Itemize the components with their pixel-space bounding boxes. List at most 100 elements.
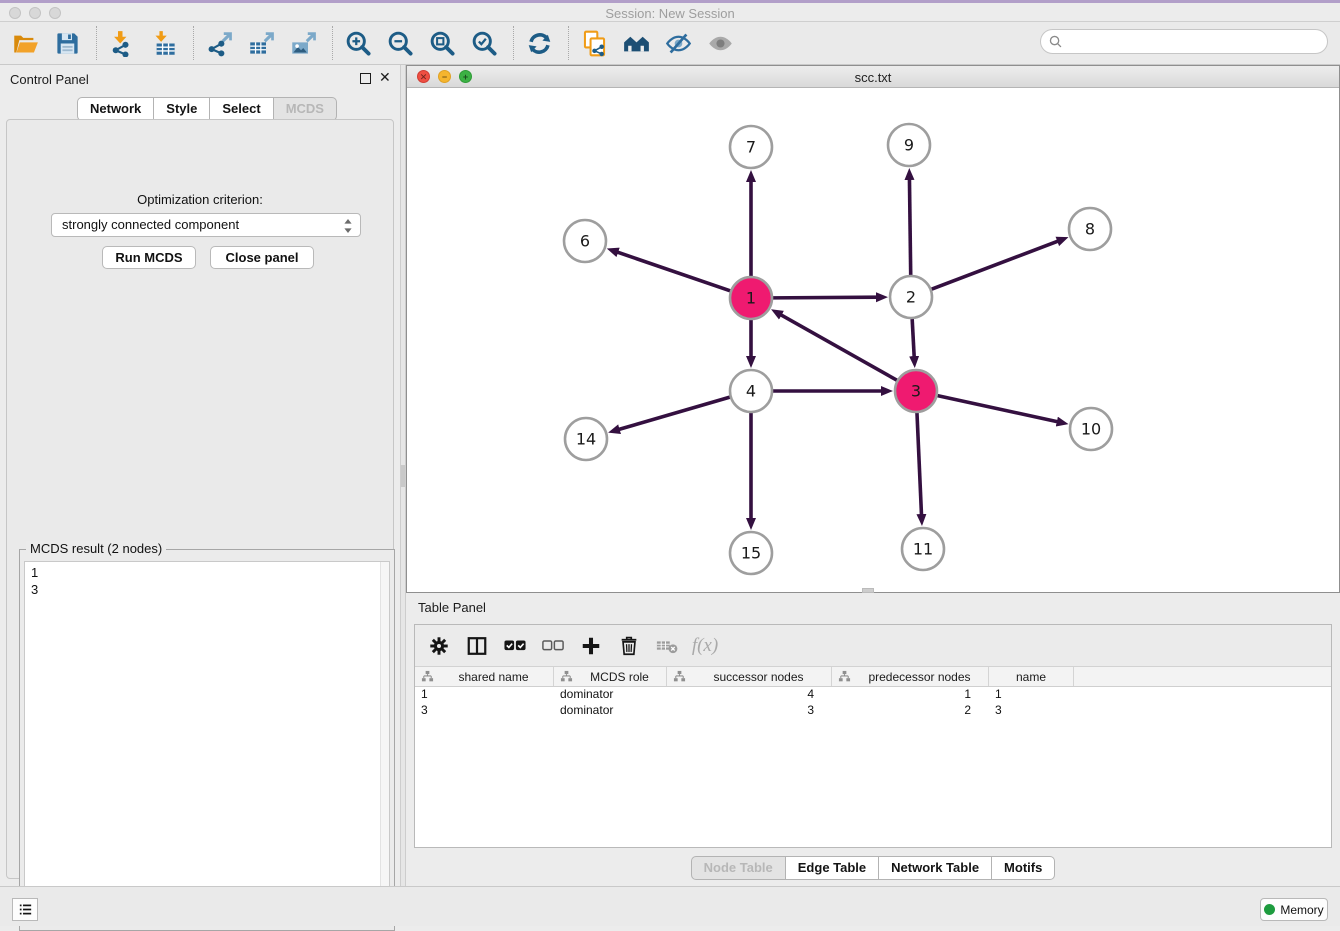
add-row-icon — [580, 635, 602, 657]
tab-network-table[interactable]: Network Table — [878, 856, 992, 880]
graph-edge-2-8[interactable] — [932, 241, 1060, 289]
delete-row-button[interactable] — [617, 634, 641, 658]
column-header-name[interactable]: name — [989, 667, 1074, 686]
tab-node-table[interactable]: Node Table — [691, 856, 786, 880]
first-neighbors-button[interactable] — [621, 28, 651, 58]
graph-edge-1-2[interactable] — [773, 297, 878, 298]
column-header-shared-name[interactable]: shared name — [415, 667, 554, 686]
memory-status-dot — [1264, 904, 1275, 915]
table-panel-tabs: Node TableEdge TableNetwork TableMotifs — [406, 856, 1340, 880]
graph-edge-3-11[interactable] — [917, 413, 922, 516]
close-panel-icon[interactable]: ✕ — [379, 72, 391, 83]
graph-node-14[interactable]: 14 — [565, 418, 607, 460]
graph-edge-3-1[interactable] — [780, 314, 897, 380]
graph-node-8[interactable]: 8 — [1069, 208, 1111, 250]
select-all-button[interactable] — [503, 634, 527, 658]
graph-node-4[interactable]: 4 — [730, 370, 772, 412]
network-window-titlebar[interactable]: ✕ − + scc.txt — [407, 66, 1339, 88]
task-history-button[interactable] — [12, 898, 38, 921]
network-view-window: ✕ − + scc.txt 7 9 6 8 1 2 4 3 14 10 15 11 — [406, 65, 1340, 593]
export-network-button[interactable] — [204, 28, 234, 58]
show-all-icon — [707, 30, 734, 57]
tab-network[interactable]: Network — [77, 97, 154, 121]
gear-button[interactable] — [427, 634, 451, 658]
open-file-icon — [12, 30, 39, 57]
zoom-fit-button[interactable] — [427, 28, 457, 58]
column-header-MCDS-role[interactable]: MCDS role — [554, 667, 667, 686]
float-panel-icon[interactable] — [360, 73, 371, 84]
graph-node-11[interactable]: 11 — [902, 528, 944, 570]
gear-icon — [428, 635, 450, 657]
tab-mcds[interactable]: MCDS — [273, 97, 337, 121]
refresh-button[interactable] — [524, 28, 554, 58]
graph-node-15[interactable]: 15 — [730, 532, 772, 574]
show-all-button[interactable] — [705, 28, 735, 58]
toolbar-separator — [96, 26, 97, 60]
hide-selected-icon — [665, 30, 692, 57]
import-table-button[interactable] — [149, 28, 179, 58]
toolbar-separator — [568, 26, 569, 60]
deselect-all-button[interactable] — [541, 634, 565, 658]
save-session-button[interactable] — [52, 28, 82, 58]
tab-style[interactable]: Style — [153, 97, 210, 121]
graph-node-1[interactable]: 1 — [730, 277, 772, 319]
search-input[interactable] — [1040, 29, 1328, 54]
export-image-button[interactable] — [288, 28, 318, 58]
graph-node-2[interactable]: 2 — [890, 276, 932, 318]
control-panel-header: Control Panel ✕ — [0, 65, 400, 93]
table-row[interactable]: 3dominator323 — [415, 703, 1331, 719]
graph-node-9[interactable]: 9 — [888, 124, 930, 166]
control-panel: Control Panel ✕ NetworkStyleSelectMCDS O… — [0, 65, 400, 886]
zoom-selected-button[interactable] — [469, 28, 499, 58]
zoom-fit-icon — [429, 30, 456, 57]
zoom-in-button[interactable] — [343, 28, 373, 58]
graph-node-7[interactable]: 7 — [730, 126, 772, 168]
svg-text:15: 15 — [741, 544, 761, 563]
graph-edge-4-14[interactable] — [618, 397, 730, 430]
zoom-out-button[interactable] — [385, 28, 415, 58]
svg-text:1: 1 — [746, 289, 756, 308]
open-file-button[interactable] — [10, 28, 40, 58]
table-cell: dominator — [554, 687, 667, 703]
import-table-icon — [151, 30, 178, 57]
tab-motifs[interactable]: Motifs — [991, 856, 1055, 880]
svg-text:10: 10 — [1081, 420, 1101, 439]
tab-edge-table[interactable]: Edge Table — [785, 856, 879, 880]
network-graph[interactable]: 7 9 6 8 1 2 4 3 14 10 15 11 — [407, 88, 1339, 592]
graph-node-3[interactable]: 3 — [895, 370, 937, 412]
column-header-successor-nodes[interactable]: successor nodes — [667, 667, 832, 686]
graph-edge-2-9[interactable] — [909, 178, 910, 275]
result-scrollbar[interactable] — [380, 562, 389, 925]
table-panel-title: Table Panel — [418, 600, 486, 615]
column-header-predecessor-nodes[interactable]: predecessor nodes — [832, 667, 989, 686]
graph-node-6[interactable]: 6 — [564, 220, 606, 262]
graph-node-10[interactable]: 10 — [1070, 408, 1112, 450]
svg-text:4: 4 — [746, 382, 756, 401]
graph-edge-2-3[interactable] — [912, 319, 914, 358]
splitter-grip[interactable] — [401, 465, 405, 487]
close-panel-button[interactable]: Close panel — [210, 246, 314, 269]
columns-button[interactable] — [465, 634, 489, 658]
list-icon — [17, 901, 34, 918]
table-cell: 1 — [989, 687, 1074, 703]
hierarchy-icon — [673, 670, 686, 683]
mcds-result-text[interactable]: 1 3 — [24, 561, 390, 926]
memory-button[interactable]: Memory — [1260, 898, 1328, 921]
graph-edge-1-6[interactable] — [616, 252, 730, 291]
control-panel-title: Control Panel — [10, 72, 89, 87]
toolbar-separator — [332, 26, 333, 60]
table-cell: dominator — [554, 703, 667, 719]
new-network-from-selection-icon — [581, 30, 608, 57]
criterion-dropdown[interactable]: strongly connected component — [51, 213, 361, 237]
run-mcds-button[interactable]: Run MCDS — [102, 246, 196, 269]
hide-selected-button[interactable] — [663, 28, 693, 58]
svg-text:3: 3 — [911, 382, 921, 401]
new-network-from-selection-button[interactable] — [579, 28, 609, 58]
import-network-button[interactable] — [107, 28, 137, 58]
tab-select[interactable]: Select — [209, 97, 273, 121]
export-table-button[interactable] — [246, 28, 276, 58]
table-row[interactable]: 1dominator411 — [415, 687, 1331, 703]
add-row-button[interactable] — [579, 634, 603, 658]
graph-edge-3-10[interactable] — [937, 396, 1058, 422]
function-builder-icon: f(x) — [692, 635, 718, 657]
